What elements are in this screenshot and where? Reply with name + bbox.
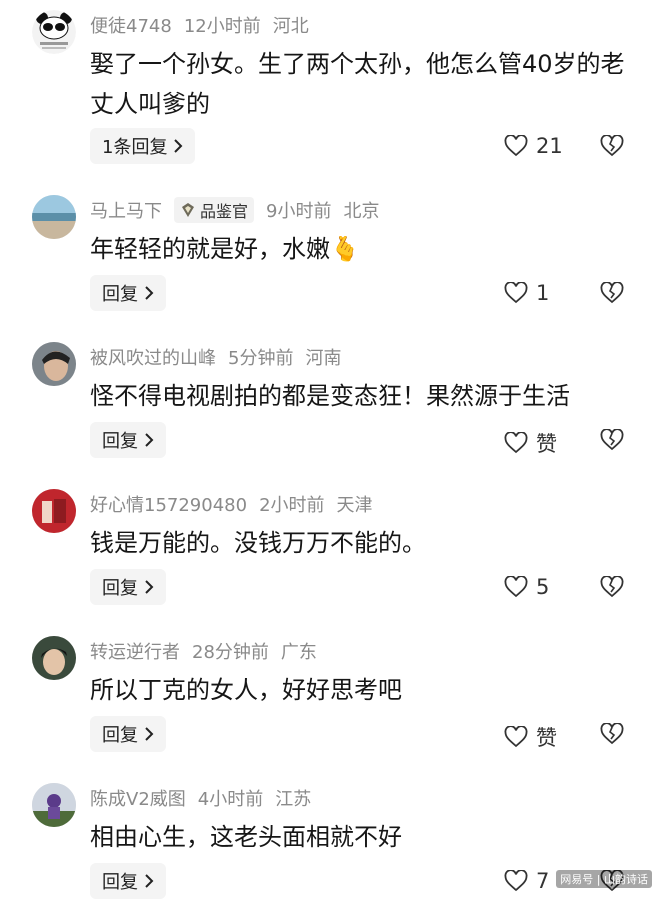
dislike-button[interactable]: [600, 135, 624, 157]
location: 河北: [272, 16, 309, 37]
like-button[interactable]: 5: [504, 575, 549, 599]
like-button[interactable]: 赞: [504, 428, 557, 458]
chevron-right-icon: [145, 580, 154, 594]
reply-button[interactable]: 回复: [90, 569, 166, 605]
reply-label: 回复: [102, 725, 138, 746]
comment-text[interactable]: 所以丁克的女人，好好思考吧: [90, 670, 630, 710]
like-button[interactable]: 1: [504, 281, 549, 305]
comment-text[interactable]: 相由心生，这老头面相就不好: [90, 817, 630, 857]
like-count: 7: [536, 869, 550, 893]
comment-meta: 转运逆行者 28分钟前 广东: [90, 636, 317, 666]
reply-label: 回复: [102, 431, 138, 452]
broken-heart-icon: [600, 135, 624, 157]
timestamp: 2小时前: [259, 495, 325, 516]
timestamp: 5分钟前: [228, 348, 294, 369]
chevron-right-icon: [145, 433, 154, 447]
username[interactable]: 被风吹过的山峰: [90, 344, 216, 370]
timestamp: 12小时前: [183, 16, 261, 37]
comment-meta: 陈成V2威图 4小时前 江苏: [90, 783, 311, 813]
comment-text[interactable]: 年轻轻的就是好，水嫩🫰: [90, 229, 630, 269]
timestamp: 28分钟前: [192, 642, 269, 663]
chevron-right-icon: [174, 139, 183, 153]
beach-avatar-icon: [32, 195, 76, 239]
dislike-button[interactable]: [600, 576, 624, 598]
like-count: 21: [536, 134, 563, 158]
like-count: 5: [536, 575, 550, 599]
avatar[interactable]: [32, 195, 76, 239]
dislike-button[interactable]: [600, 723, 624, 745]
avatar[interactable]: [32, 636, 76, 680]
timestamp: 9小时前: [266, 201, 332, 222]
location: 江苏: [275, 789, 312, 810]
comment-text[interactable]: 娶了一个孙女。生了两个太孙，他怎么管40岁的老丈人叫爹的: [90, 44, 630, 124]
heart-outline-icon: [504, 870, 528, 892]
heart-outline-icon: [504, 135, 528, 157]
badge-label: 品鉴官: [200, 202, 249, 221]
comment-meta: 马上马下 品鉴官 9小时前 北京: [90, 195, 379, 225]
reply-label: 回复: [102, 284, 138, 305]
reply-label: 回复: [102, 872, 138, 893]
broken-heart-icon: [600, 429, 624, 451]
avatar[interactable]: [32, 10, 76, 54]
username[interactable]: 好心情157290480: [90, 491, 247, 517]
heart-outline-icon: [504, 726, 528, 748]
reply-label: 1条回复: [102, 137, 168, 158]
username[interactable]: 便徒4748: [90, 12, 172, 38]
reply-label: 回复: [102, 578, 138, 599]
user-badge: 品鉴官: [174, 197, 255, 223]
avatar[interactable]: [32, 783, 76, 827]
location: 广东: [280, 642, 317, 663]
comment-meta: 好心情157290480 2小时前 天津: [90, 489, 373, 519]
red-avatar-icon: [32, 489, 76, 533]
timestamp: 4小时前: [197, 789, 264, 810]
avatar[interactable]: [32, 342, 76, 386]
broken-heart-icon: [600, 576, 624, 598]
person-avatar-icon: [32, 636, 76, 680]
reply-button[interactable]: 回复: [90, 275, 166, 311]
panda-avatar-icon: [32, 10, 76, 54]
like-button[interactable]: 7: [504, 869, 549, 893]
location: 天津: [336, 495, 373, 516]
comment-text[interactable]: 怪不得电视剧拍的都是变态狂！果然源于生活: [90, 376, 630, 416]
taster-badge-icon: [182, 203, 194, 217]
username[interactable]: 马上马下: [90, 197, 162, 223]
chevron-right-icon: [145, 286, 154, 300]
like-count: 赞: [536, 432, 557, 456]
chevron-right-icon: [145, 727, 154, 741]
person-avatar-icon: [32, 783, 76, 827]
like-count: 赞: [536, 726, 557, 750]
like-button[interactable]: 21: [504, 134, 563, 158]
comment-meta: 便徒4748 12小时前 河北: [90, 10, 309, 40]
location: 河南: [305, 348, 342, 369]
username[interactable]: 陈成V2威图: [90, 785, 186, 811]
broken-heart-icon: [600, 282, 624, 304]
comment-meta: 被风吹过的山峰 5分钟前 河南: [90, 342, 341, 372]
heart-outline-icon: [504, 432, 528, 454]
reply-button[interactable]: 1条回复: [90, 128, 196, 164]
heart-outline-icon: [504, 282, 528, 304]
chevron-right-icon: [145, 874, 154, 888]
broken-heart-icon: [600, 723, 624, 745]
username[interactable]: 转运逆行者: [90, 638, 180, 664]
like-button[interactable]: 赞: [504, 722, 557, 752]
reply-button[interactable]: 回复: [90, 422, 166, 458]
reply-button[interactable]: 回复: [90, 716, 166, 752]
dislike-button[interactable]: [600, 282, 624, 304]
comment-text[interactable]: 钱是万能的。没钱万万不能的。: [90, 523, 630, 563]
dislike-button[interactable]: [600, 429, 624, 451]
person-avatar-icon: [32, 342, 76, 386]
watermark: 网易号 | 山韵诗话: [556, 870, 652, 888]
location: 北京: [343, 201, 380, 222]
avatar[interactable]: [32, 489, 76, 533]
like-count: 1: [536, 281, 550, 305]
heart-outline-icon: [504, 576, 528, 598]
